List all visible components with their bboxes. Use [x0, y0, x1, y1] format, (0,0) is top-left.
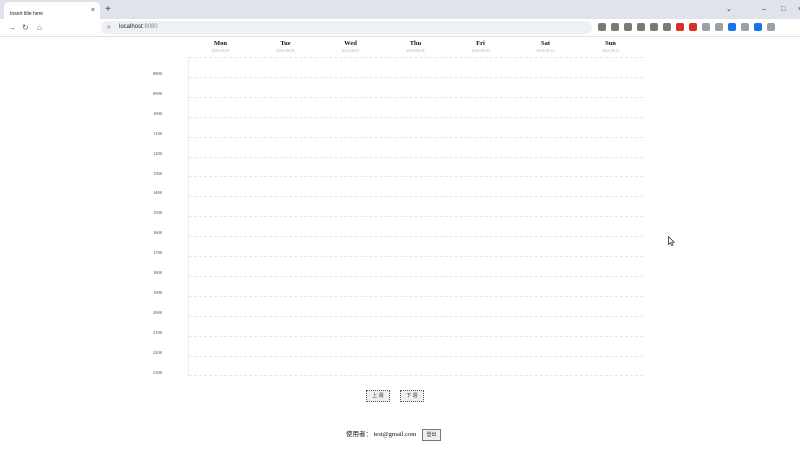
grid-line	[189, 375, 643, 377]
url-port: :8080	[142, 24, 158, 30]
day-name: Sun	[605, 40, 616, 47]
hour-label: 1200	[153, 150, 162, 156]
grid-line	[189, 136, 643, 138]
day-name: Tue	[280, 40, 291, 47]
browser-toolbar: → ↻ ⌂ ⌕ localhost:8080	[0, 19, 800, 37]
day-date: 2024.08.06	[276, 48, 295, 53]
minimize-icon[interactable]: –	[762, 0, 766, 19]
extension-icon[interactable]	[663, 23, 671, 31]
hour-label: 2300	[153, 369, 162, 375]
logout-button[interactable]: 登出	[422, 429, 441, 441]
day-date: 2024.08.11	[601, 48, 620, 53]
day-header: Wed 2024.08.07	[318, 40, 383, 54]
prev-week-button[interactable]: 上 週	[366, 390, 390, 402]
reload-icon[interactable]: ↻	[22, 19, 29, 36]
day-date: 2024.08.08	[406, 48, 425, 53]
day-header: Tue 2024.08.06	[253, 40, 318, 54]
extension-icon[interactable]	[676, 23, 684, 31]
mouse-cursor-icon	[668, 236, 675, 246]
grid-line	[189, 295, 643, 297]
extension-icon[interactable]	[598, 23, 606, 31]
day-header: Fri 2024.08.09	[448, 40, 513, 54]
hour-label: 0900	[153, 90, 162, 96]
hour-label: 1400	[153, 190, 162, 196]
search-icon: ⌕	[107, 24, 111, 31]
hour-label: 0800	[153, 71, 162, 76]
grid-line	[189, 76, 643, 78]
day-date: 2024.08.10	[536, 48, 555, 53]
url-text: localhost:8080	[119, 21, 158, 34]
browser-tabstrip: Insert title here × + ⌄ – □ ×	[0, 0, 800, 19]
day-date: 2024.08.09	[471, 48, 490, 53]
hour-label: 1500	[153, 210, 162, 216]
day-name: Sat	[540, 40, 551, 47]
new-tab-icon[interactable]: +	[105, 2, 111, 17]
grid-line	[189, 315, 643, 317]
hour-label: 1100	[153, 130, 162, 136]
grid-line	[189, 196, 643, 198]
hour-label: 2200	[153, 349, 162, 355]
grid-line	[189, 256, 643, 257]
extension-icon[interactable]	[650, 23, 658, 31]
hour-label: 1900	[153, 289, 162, 295]
day-name: Mon	[214, 40, 227, 47]
day-header: Sun 2024.08.11	[578, 40, 643, 54]
address-bar[interactable]: ⌕ localhost:8080	[101, 21, 592, 34]
grid-line	[189, 116, 643, 118]
day-name: Thu	[409, 40, 422, 47]
hour-label: 1000	[153, 110, 162, 116]
tab-title: Insert title here	[10, 11, 44, 17]
extension-icon[interactable]	[728, 23, 736, 31]
hour-label: 1800	[153, 270, 162, 275]
user-label: 使用者：	[346, 431, 372, 438]
url-host: localhost	[119, 24, 143, 30]
grid-line	[189, 236, 643, 238]
extension-icon[interactable]	[624, 23, 632, 31]
day-header: Thu 2024.08.08	[383, 40, 448, 54]
day-header: Mon 2024.08.05	[188, 40, 253, 54]
grid-line	[189, 355, 643, 357]
extension-icon[interactable]	[715, 23, 723, 31]
week-header: Mon 2024.08.05 Tue 2024.08.06 Wed 2024.08.07 T…	[188, 40, 642, 56]
extension-icon[interactable]	[741, 23, 749, 31]
extension-icon[interactable]	[637, 23, 645, 31]
user-email: test@gmail.com	[373, 431, 417, 438]
schedule-grid[interactable]	[188, 57, 643, 377]
day-name: Wed	[344, 40, 357, 47]
grid-line	[189, 335, 643, 337]
grid-line	[189, 57, 643, 58]
grid-line	[189, 96, 643, 98]
day-name: Fri	[476, 40, 485, 47]
grid-line	[189, 156, 643, 158]
hour-label: 1300	[153, 170, 162, 176]
grid-line	[189, 176, 643, 178]
tab-close-icon[interactable]: ×	[91, 2, 95, 19]
extension-icon[interactable]	[754, 23, 762, 31]
hour-label: 2000	[153, 309, 162, 315]
extension-icon[interactable]	[689, 23, 697, 31]
browser-tab[interactable]: Insert title here ×	[4, 2, 100, 19]
forward-icon[interactable]: →	[8, 19, 16, 36]
extension-icon[interactable]	[702, 23, 710, 31]
grid-line	[189, 216, 643, 218]
hour-label: 1600	[153, 230, 162, 236]
next-week-button[interactable]: 下 週	[400, 390, 424, 402]
extension-icon[interactable]	[767, 23, 775, 31]
user-info: 使用者： test@gmail.com	[346, 430, 416, 440]
day-header: Sat 2024.08.10	[513, 40, 578, 54]
hour-label: 1700	[153, 250, 162, 256]
hour-label: 2100	[153, 329, 162, 335]
home-icon[interactable]: ⌂	[37, 19, 42, 36]
day-date: 2024.08.05	[211, 48, 230, 53]
maximize-icon[interactable]: □	[781, 0, 785, 19]
tab-search-icon[interactable]: ⌄	[726, 0, 732, 19]
grid-line	[189, 275, 643, 277]
extension-icon[interactable]	[611, 23, 619, 31]
day-date: 2024.08.07	[341, 48, 360, 53]
